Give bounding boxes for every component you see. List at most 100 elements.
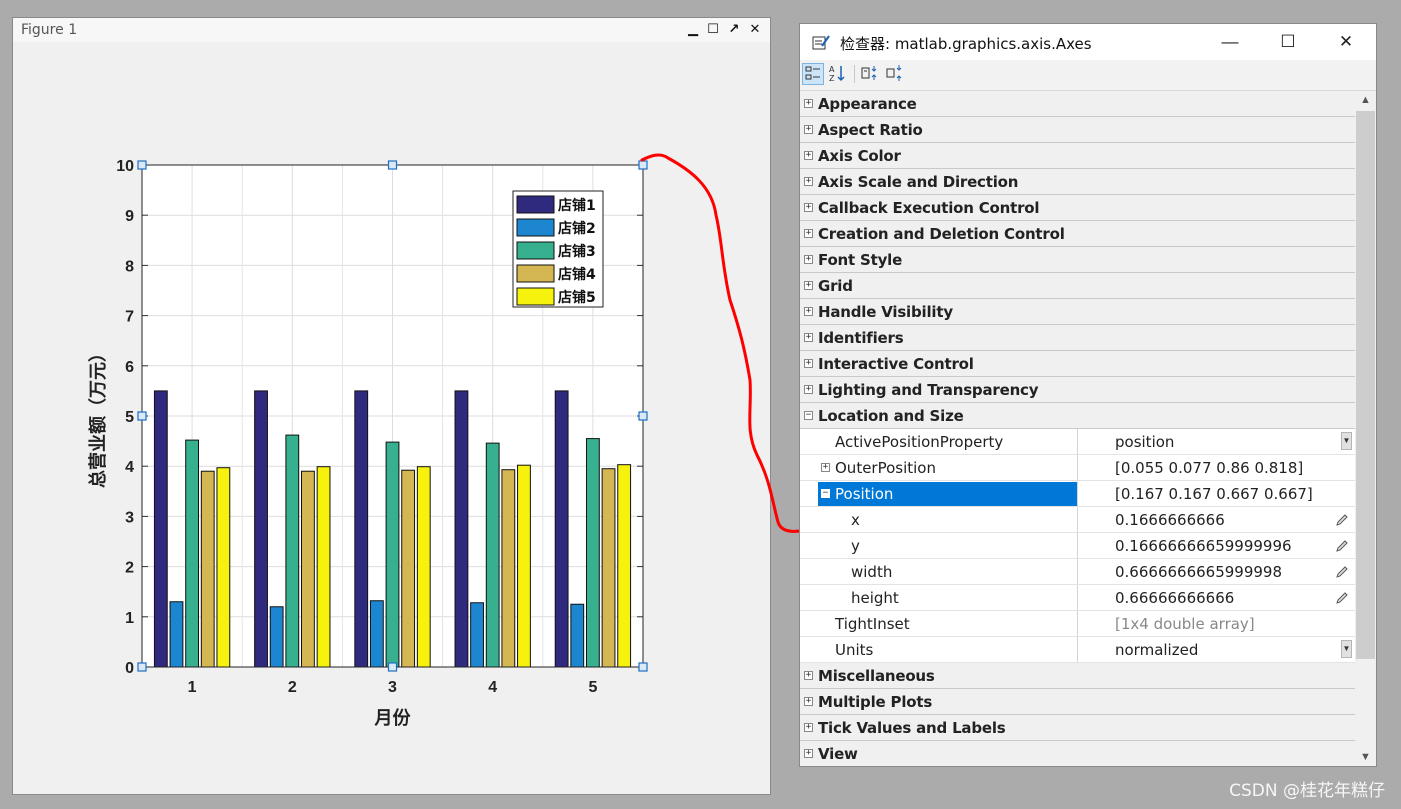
prop-row-height[interactable]: height 0.66666666666 <box>800 585 1355 611</box>
category-lighting-transparency[interactable]: + Lighting and Transparency <box>800 377 1355 403</box>
prop-value[interactable]: 0.6666666665999998 <box>1115 563 1282 581</box>
expand-icon[interactable]: + <box>804 255 813 264</box>
category-label: Axis Color <box>818 147 901 165</box>
expand-icon[interactable]: + <box>804 99 813 108</box>
bar <box>401 469 416 668</box>
prop-value[interactable]: 0.66666666666 <box>1115 589 1234 607</box>
bar <box>301 470 315 668</box>
category-tick-values-labels[interactable]: + Tick Values and Labels <box>800 715 1355 741</box>
expand-icon[interactable]: + <box>804 333 813 342</box>
dropdown-arrow-icon[interactable]: ▼ <box>1341 432 1352 450</box>
prop-value[interactable]: [1x4 double array] <box>1115 615 1255 633</box>
category-grid[interactable]: + Grid <box>800 273 1355 299</box>
prop-row-x[interactable]: x 0.1666666666 <box>800 507 1355 533</box>
category-font-style[interactable]: + Font Style <box>800 247 1355 273</box>
expand-icon[interactable]: + <box>804 697 813 706</box>
category-axis-scale[interactable]: + Axis Scale and Direction <box>800 169 1355 195</box>
expand-icon[interactable]: + <box>804 723 813 732</box>
category-aspect-ratio[interactable]: + Aspect Ratio <box>800 117 1355 143</box>
y-tick-label: 1 <box>125 610 134 627</box>
bar <box>354 390 369 668</box>
expand-all-icon[interactable] <box>860 63 882 85</box>
prop-name: y <box>851 537 860 555</box>
legend-swatch <box>516 264 555 283</box>
expand-icon[interactable]: + <box>821 463 830 472</box>
expand-icon[interactable]: + <box>804 385 813 394</box>
prop-value[interactable]: 0.1666666666 <box>1115 511 1225 529</box>
prop-row-position[interactable]: − Position [0.167 0.167 0.667 0.667] <box>800 481 1355 507</box>
expand-icon[interactable]: + <box>804 671 813 680</box>
prop-row-y[interactable]: y 0.16666666659999996 <box>800 533 1355 559</box>
prop-row-width[interactable]: width 0.6666666665999998 <box>800 559 1355 585</box>
category-identifiers[interactable]: + Identifiers <box>800 325 1355 351</box>
prop-row-units[interactable]: Units normalized ▼ <box>800 637 1355 663</box>
scroll-down-icon[interactable]: ▼ <box>1355 748 1376 766</box>
category-axis-color[interactable]: + Axis Color <box>800 143 1355 169</box>
dropdown-arrow-icon[interactable]: ▼ <box>1341 640 1352 658</box>
expand-icon[interactable]: + <box>804 281 813 290</box>
pencil-icon[interactable] <box>1335 513 1349 527</box>
category-location-size[interactable]: − Location and Size <box>800 403 1355 429</box>
minimize-icon[interactable]: — <box>1201 24 1259 60</box>
category-multiple-plots[interactable]: + Multiple Plots <box>800 689 1355 715</box>
bar <box>454 390 469 668</box>
prop-value-dropdown[interactable]: position <box>1115 433 1174 451</box>
collapse-icon[interactable]: − <box>821 489 830 498</box>
bar <box>416 466 431 668</box>
bar <box>585 438 600 668</box>
category-interactive-control[interactable]: + Interactive Control <box>800 351 1355 377</box>
vertical-scrollbar[interactable]: ▲ ▼ <box>1355 91 1376 766</box>
scroll-thumb[interactable] <box>1356 111 1375 659</box>
category-view[interactable]: + View <box>800 741 1355 766</box>
prop-row-tight-inset[interactable]: TightInset [1x4 double array] <box>800 611 1355 637</box>
bar <box>216 467 231 668</box>
y-tick-label: 0 <box>125 660 134 677</box>
y-tick-label: 10 <box>116 158 134 175</box>
prop-value[interactable]: [0.167 0.167 0.667 0.667] <box>1115 485 1313 503</box>
pencil-icon[interactable] <box>1335 565 1349 579</box>
sort-alpha-icon[interactable]: AZ <box>827 63 849 85</box>
maximize-icon[interactable]: ☐ <box>1259 24 1317 60</box>
legend-label: 店铺3 <box>558 243 596 260</box>
collapse-icon[interactable]: − <box>804 411 813 420</box>
prop-value[interactable]: 0.16666666659999996 <box>1115 537 1292 555</box>
inspector-titlebar: 检查器: matlab.graphics.axis.Axes — ☐ ✕ <box>800 24 1376 60</box>
bar <box>485 442 500 668</box>
legend-swatch <box>516 218 555 237</box>
prop-row-active-position-property[interactable]: ActivePositionProperty position ▼ <box>800 429 1355 455</box>
prop-value[interactable]: [0.055 0.077 0.86 0.818] <box>1115 459 1303 477</box>
expand-icon[interactable]: + <box>804 125 813 134</box>
bar-chart[interactable]: 0 1 2 3 4 5 6 7 8 9 10 1 2 3 4 5 月份 总营业额（万元） 店铺1 店铺2 店铺3 店铺4 店… <box>13 18 770 794</box>
category-label: Identifiers <box>818 329 904 347</box>
expand-icon[interactable]: + <box>804 307 813 316</box>
prop-row-outer-position[interactable]: + OuterPosition [0.055 0.077 0.86 0.818] <box>800 455 1355 481</box>
pencil-icon[interactable] <box>1335 591 1349 605</box>
prop-name: x <box>851 511 860 529</box>
pencil-icon[interactable] <box>1335 539 1349 553</box>
prop-value-dropdown[interactable]: normalized <box>1115 641 1198 659</box>
legend-label: 店铺5 <box>558 289 596 306</box>
expand-icon[interactable]: + <box>804 177 813 186</box>
close-icon[interactable]: ✕ <box>1317 24 1375 60</box>
expand-icon[interactable]: + <box>804 229 813 238</box>
x-tick-label: 3 <box>388 679 397 696</box>
category-creation-deletion[interactable]: + Creation and Deletion Control <box>800 221 1355 247</box>
bar <box>570 603 585 668</box>
categorized-icon[interactable] <box>802 63 824 85</box>
expand-icon[interactable]: + <box>804 359 813 368</box>
category-handle-visibility[interactable]: + Handle Visibility <box>800 299 1355 325</box>
y-axis-label: 总营业额（万元） <box>87 344 109 488</box>
category-appearance[interactable]: + Appearance <box>800 91 1355 117</box>
y-tick-label: 7 <box>125 309 134 326</box>
svg-text:Z: Z <box>829 74 835 83</box>
selection-handle <box>387 662 398 672</box>
expand-icon[interactable]: + <box>804 203 813 212</box>
legend-label: 店铺4 <box>558 266 596 283</box>
scroll-up-icon[interactable]: ▲ <box>1355 91 1376 109</box>
expand-icon[interactable]: + <box>804 151 813 160</box>
category-miscellaneous[interactable]: + Miscellaneous <box>800 663 1355 689</box>
svg-text:A: A <box>829 65 835 74</box>
expand-icon[interactable]: + <box>804 749 813 758</box>
category-callback-execution[interactable]: + Callback Execution Control <box>800 195 1355 221</box>
collapse-all-icon[interactable] <box>885 63 907 85</box>
